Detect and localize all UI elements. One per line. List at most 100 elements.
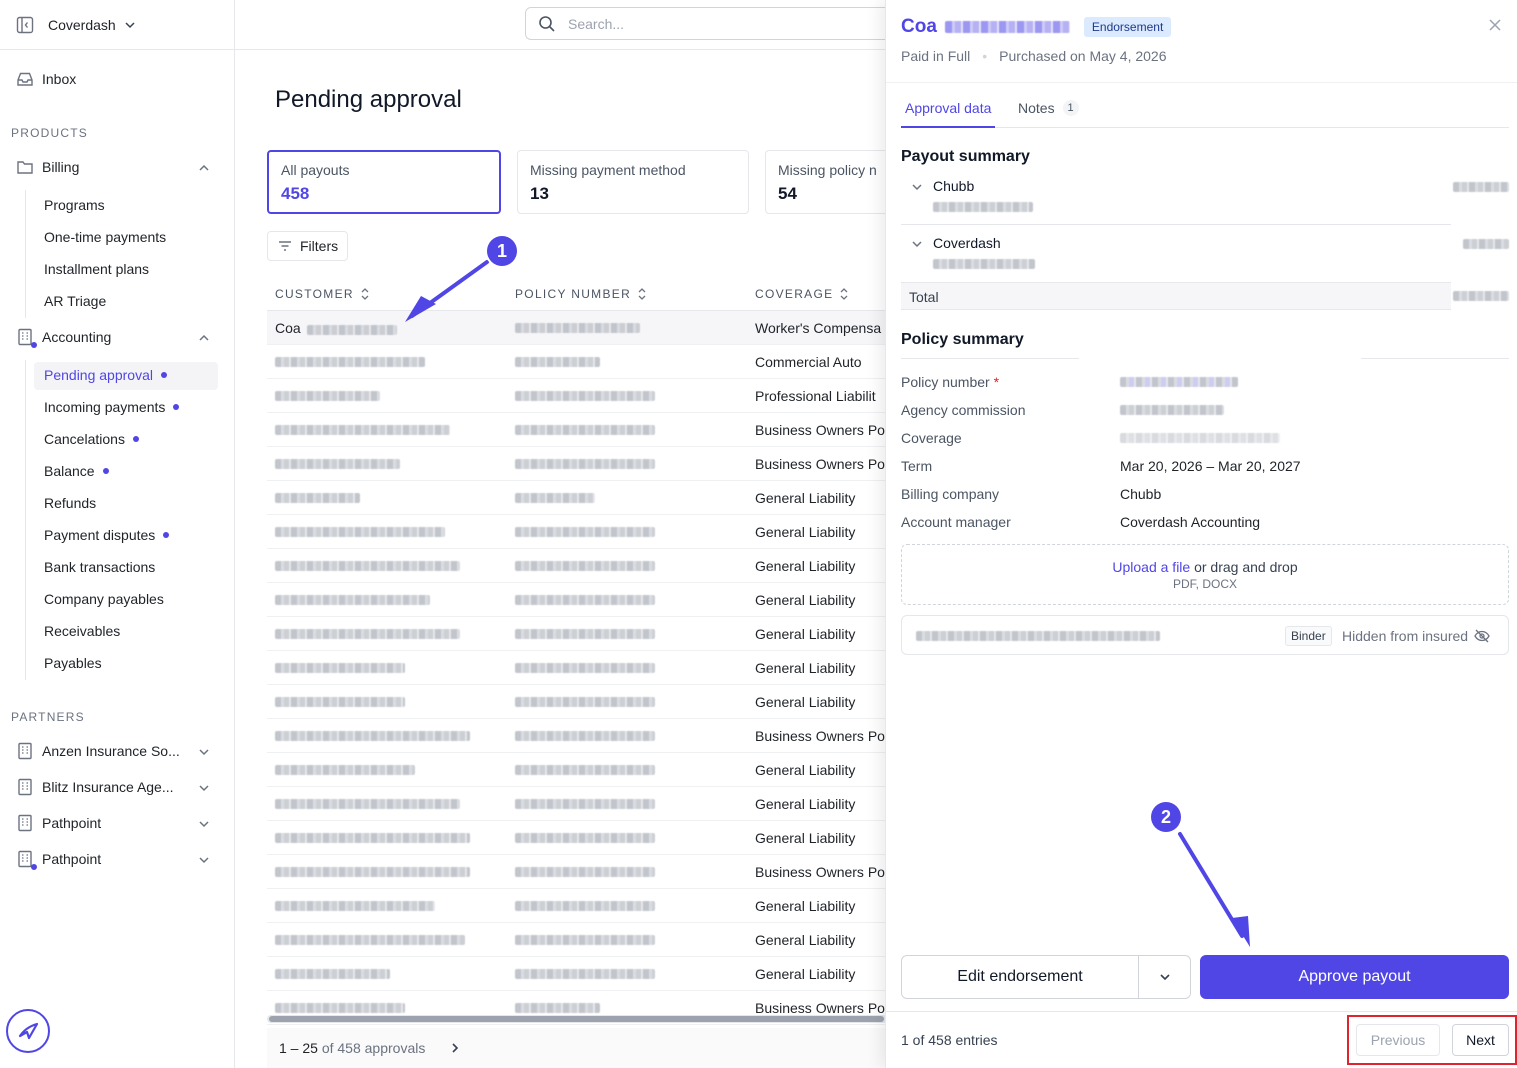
- column-coverage[interactable]: COVERAGE: [755, 287, 849, 301]
- sidebar-partner-item[interactable]: Pathpoint: [16, 850, 101, 870]
- table-row[interactable]: Business Owners Po: [267, 413, 887, 447]
- redacted-customer-name: [275, 697, 405, 707]
- card-missing-payment-method[interactable]: Missing payment method 13: [517, 150, 749, 214]
- notes-count-badge: 1: [1062, 100, 1079, 116]
- sidebar-item-payables[interactable]: Payables: [44, 655, 102, 671]
- previous-button[interactable]: Previous: [1356, 1024, 1440, 1056]
- tab-approval-data[interactable]: Approval data: [900, 100, 996, 128]
- card-value: 458: [281, 184, 310, 203]
- sidebar-partner-item[interactable]: Pathpoint: [16, 814, 101, 832]
- tab-notes[interactable]: Notes 1: [1018, 100, 1079, 116]
- next-button[interactable]: Next: [1452, 1024, 1509, 1056]
- collapse-sidebar-icon[interactable]: [16, 16, 34, 34]
- redacted-file-name: [916, 631, 1160, 641]
- redacted-amount: [1453, 182, 1509, 192]
- table-row[interactable]: Business Owners Po: [267, 447, 887, 481]
- table-row[interactable]: General Liability: [267, 787, 887, 821]
- sidebar-item-one-time-payments[interactable]: One-time payments: [44, 229, 166, 245]
- redacted-customer-name: [275, 493, 360, 503]
- sidebar-partner-item[interactable]: Anzen Insurance So...: [16, 742, 180, 760]
- table-row[interactable]: General Liability: [267, 889, 887, 923]
- coverage-cell: General Liability: [755, 796, 856, 812]
- redacted-policy-number: [515, 323, 640, 333]
- table-row[interactable]: General Liability: [267, 481, 887, 515]
- sidebar-item-payment-disputes[interactable]: Payment disputes: [44, 527, 170, 543]
- chevron-down-icon[interactable]: [198, 853, 210, 869]
- table-row[interactable]: General Liability: [267, 515, 887, 549]
- coverdash-logo[interactable]: [6, 1009, 50, 1053]
- sidebar-item-billing[interactable]: Billing: [16, 158, 216, 176]
- sidebar-item-label: Pathpoint: [42, 815, 102, 831]
- chevron-right-icon[interactable]: [449, 1042, 461, 1054]
- sidebar-item-balance[interactable]: Balance: [44, 463, 109, 479]
- table-row[interactable]: Commercial Auto: [267, 345, 887, 379]
- sidebar-item-installment-plans[interactable]: Installment plans: [44, 261, 149, 277]
- table-row[interactable]: General Liability: [267, 957, 887, 991]
- filters-button[interactable]: Filters: [267, 231, 348, 261]
- chevron-up-icon[interactable]: [198, 161, 210, 177]
- sidebar-item-ar-triage[interactable]: AR Triage: [44, 293, 106, 309]
- org-switcher[interactable]: Coverdash: [48, 17, 136, 33]
- annotation-marker-1: 1: [487, 236, 517, 266]
- sidebar-item-cancelations[interactable]: Cancelations: [44, 431, 139, 447]
- sidebar-item-refunds[interactable]: Refunds: [44, 495, 96, 511]
- attached-file-row[interactable]: Binder Hidden from insured: [901, 615, 1509, 655]
- table-row[interactable]: General Liability: [267, 821, 887, 855]
- sidebar-item-receivables[interactable]: Receivables: [44, 623, 120, 639]
- org-name: Coverdash: [48, 16, 116, 33]
- redacted-policy-number: [515, 391, 655, 401]
- visibility-status[interactable]: Hidden from insured: [1342, 628, 1490, 644]
- payout-row-coverdash[interactable]: Coverdash: [901, 235, 1509, 279]
- table-row[interactable]: Business Owners Po: [267, 855, 887, 889]
- coverage-cell: General Liability: [755, 966, 856, 982]
- sidebar-item-company-payables[interactable]: Company payables: [44, 591, 164, 607]
- sidebar-item-inbox[interactable]: Inbox: [16, 70, 76, 88]
- table-row[interactable]: Professional Liabilit: [267, 379, 887, 413]
- column-customer[interactable]: CUSTOMER: [275, 287, 370, 301]
- edit-options-dropdown[interactable]: [1138, 955, 1191, 999]
- scrollbar-thumb[interactable]: [269, 1016, 884, 1022]
- column-policy-number[interactable]: POLICY NUMBER: [515, 287, 647, 301]
- table-row[interactable]: General Liability: [267, 583, 887, 617]
- binder-tag: Binder: [1285, 626, 1332, 646]
- table-row[interactable]: Coa Worker's Compensa: [267, 311, 887, 345]
- customer-cell: [275, 694, 405, 707]
- coverage-cell: General Liability: [755, 626, 856, 642]
- sidebar-item-incoming-payments[interactable]: Incoming payments: [44, 399, 180, 415]
- card-all-payouts[interactable]: All payouts 458: [267, 150, 501, 214]
- sidebar-item-pending-approval[interactable]: Pending approval: [44, 367, 167, 383]
- sidebar-partner-item[interactable]: Blitz Insurance Age...: [16, 778, 174, 796]
- approve-payout-button[interactable]: Approve payout: [1200, 955, 1509, 999]
- close-icon[interactable]: [1489, 18, 1501, 34]
- edit-endorsement-button[interactable]: Edit endorsement: [901, 955, 1139, 999]
- redacted-customer-name: [275, 867, 470, 877]
- chevron-down-icon[interactable]: [198, 745, 210, 761]
- sidebar-item-label: Anzen Insurance So...: [42, 743, 180, 759]
- chevron-up-icon[interactable]: [198, 331, 210, 347]
- customer-cell: [275, 592, 430, 605]
- redacted-policy-number: [515, 561, 655, 571]
- sidebar-item-bank-transactions[interactable]: Bank transactions: [44, 559, 155, 575]
- payout-row-chubb[interactable]: Chubb: [901, 178, 1509, 222]
- redacted-value: [933, 259, 1035, 269]
- chevron-down-icon[interactable]: [198, 781, 210, 797]
- sidebar-item-programs[interactable]: Programs: [44, 197, 105, 213]
- chevron-down-icon[interactable]: [198, 817, 210, 833]
- file-dropzone[interactable]: Upload a file or drag and drop PDF, DOCX: [901, 544, 1509, 605]
- table-row[interactable]: General Liability: [267, 685, 887, 719]
- redacted-policy-number: [515, 901, 655, 911]
- card-missing-policy[interactable]: Missing policy n 54: [765, 150, 905, 214]
- sidebar-item-label: Bank transactions: [44, 559, 156, 575]
- search-input[interactable]: Search...: [525, 7, 905, 40]
- upload-file-link[interactable]: Upload a file: [1112, 559, 1190, 575]
- table-row[interactable]: General Liability: [267, 923, 887, 957]
- table-row[interactable]: General Liability: [267, 549, 887, 583]
- table-row[interactable]: General Liability: [267, 617, 887, 651]
- table-row[interactable]: General Liability: [267, 753, 887, 787]
- table-row[interactable]: General Liability: [267, 651, 887, 685]
- sidebar-item-accounting[interactable]: Accounting: [16, 328, 112, 348]
- redacted-policy-number: [515, 357, 600, 367]
- horizontal-scrollbar[interactable]: [267, 1015, 887, 1023]
- sidebar-item-label: Accounting: [42, 329, 112, 345]
- table-row[interactable]: Business Owners Po: [267, 719, 887, 753]
